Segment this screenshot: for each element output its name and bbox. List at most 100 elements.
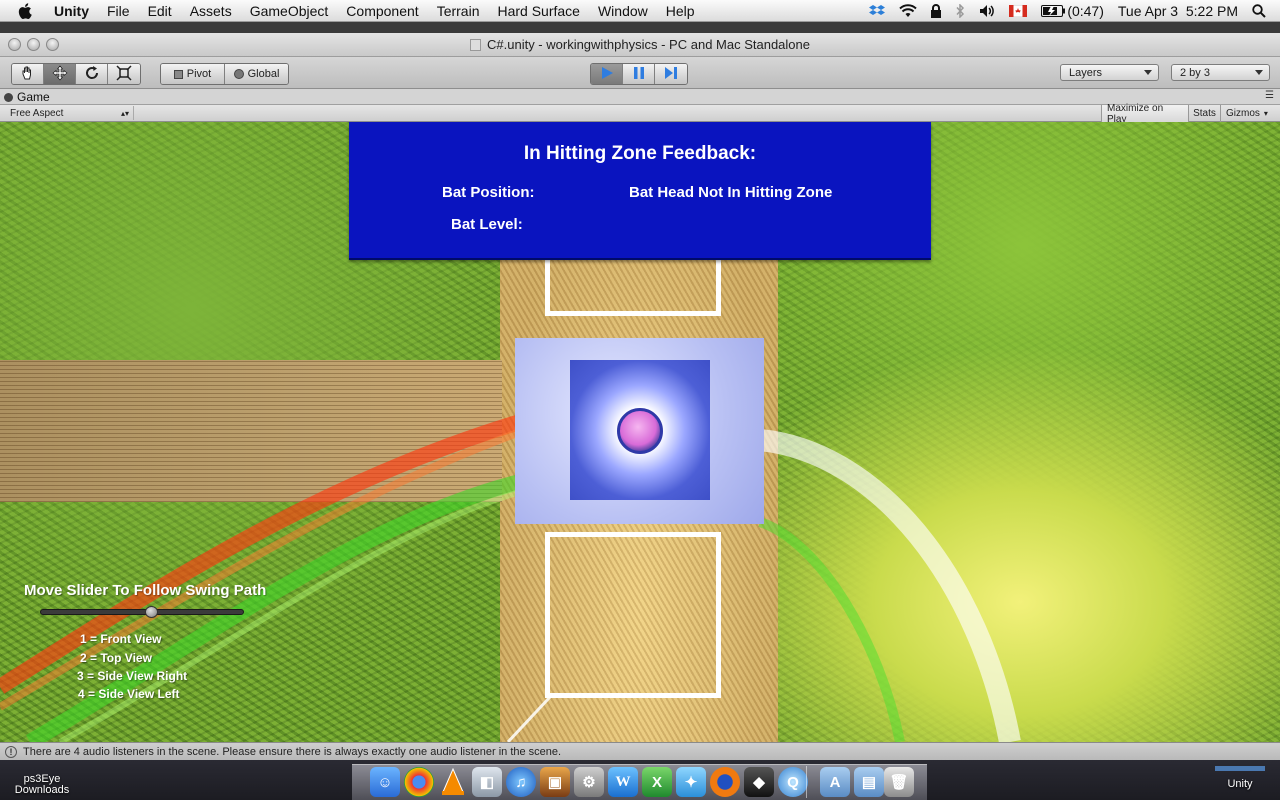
excel-icon[interactable]: X bbox=[642, 767, 672, 797]
trash-icon[interactable]: 🗑 bbox=[884, 767, 914, 797]
game-view[interactable]: In Hitting Zone Feedback: Bat Position: … bbox=[0, 122, 1280, 742]
layout-label: 2 by 3 bbox=[1180, 66, 1210, 79]
pivot-toggle[interactable]: Pivot bbox=[161, 64, 225, 84]
vlc-icon[interactable] bbox=[438, 767, 468, 797]
chevron-down-icon: ▾ bbox=[1263, 109, 1268, 118]
slider-instruction: Move Slider To Follow Swing Path bbox=[24, 582, 267, 599]
gizmos-label: Gizmos bbox=[1226, 108, 1260, 119]
scale-icon bbox=[116, 64, 132, 84]
menu-app-unity[interactable]: Unity bbox=[54, 3, 98, 19]
volume-icon[interactable] bbox=[979, 4, 995, 18]
desktop-item-unity[interactable]: Unity bbox=[1218, 779, 1262, 790]
panel-menu-icon[interactable]: ☰ bbox=[1265, 90, 1274, 101]
move-arrows-icon bbox=[52, 65, 68, 84]
wifi-icon[interactable] bbox=[899, 4, 918, 18]
documents-folder-icon[interactable]: ▤ bbox=[854, 767, 884, 797]
maximize-on-play-toggle[interactable]: Maximize on Play bbox=[1101, 103, 1188, 125]
desktop-item-ps3eye[interactable]: ps3Eye Downloads bbox=[14, 774, 70, 796]
menu-gameobject[interactable]: GameObject bbox=[241, 3, 338, 19]
bluetooth-icon[interactable] bbox=[955, 4, 965, 18]
quicktime-icon[interactable]: Q bbox=[778, 767, 808, 797]
twitter-icon[interactable]: ✦ bbox=[676, 767, 706, 797]
menu-edit[interactable]: Edit bbox=[139, 3, 181, 19]
hitting-zone-feedback-panel: In Hitting Zone Feedback: Bat Position: … bbox=[349, 122, 931, 260]
menu-help[interactable]: Help bbox=[657, 3, 704, 19]
gizmos-dropdown[interactable]: Gizmos ▾ bbox=[1220, 105, 1274, 122]
pause-icon bbox=[633, 66, 645, 83]
dropbox-icon[interactable] bbox=[869, 4, 886, 18]
menu-hard-surface[interactable]: Hard Surface bbox=[488, 3, 588, 19]
step-button[interactable] bbox=[655, 64, 687, 84]
layers-dropdown[interactable]: Layers bbox=[1060, 64, 1159, 81]
photo-booth-icon[interactable]: ▣ bbox=[540, 767, 570, 797]
layers-label: Layers bbox=[1069, 66, 1103, 79]
play-button[interactable] bbox=[591, 64, 623, 84]
battery-icon[interactable] bbox=[1041, 5, 1066, 17]
bat-position-value: Bat Head Not In Hitting Zone bbox=[629, 184, 833, 201]
unity-toolbar: Pivot Global Layers 2 by 3 bbox=[0, 57, 1280, 89]
console-status-bar[interactable]: ! There are 4 audio listeners in the sce… bbox=[0, 742, 1280, 760]
word-icon[interactable]: W bbox=[608, 767, 638, 797]
spotlight-search-icon[interactable] bbox=[1252, 4, 1266, 18]
pivot-icon bbox=[173, 69, 183, 79]
ball bbox=[617, 408, 663, 454]
chevron-updown-icon: ▴▾ bbox=[120, 109, 129, 118]
menu-component[interactable]: Component bbox=[337, 3, 427, 19]
rotate-tool-button[interactable] bbox=[76, 64, 108, 84]
bat-level-label: Bat Level: bbox=[451, 216, 523, 233]
rotate-icon bbox=[84, 65, 100, 84]
finder-icon[interactable]: ☺ bbox=[370, 767, 400, 797]
console-message: There are 4 audio listeners in the scene… bbox=[23, 745, 562, 758]
chrome-icon[interactable] bbox=[404, 767, 434, 797]
document-icon bbox=[470, 39, 481, 51]
chevron-down-icon bbox=[1144, 70, 1152, 75]
scale-tool-button[interactable] bbox=[108, 64, 140, 84]
view-option-front: 1 = Front View bbox=[80, 632, 162, 646]
clock[interactable]: Tue Apr 3 5:22 PM bbox=[1118, 3, 1238, 19]
global-label: Global bbox=[247, 68, 280, 80]
menu-bar: Unity File Edit Assets GameObject Compon… bbox=[0, 0, 1280, 22]
play-icon bbox=[600, 66, 614, 83]
stats-toggle[interactable]: Stats bbox=[1188, 105, 1220, 122]
hand-tool-button[interactable] bbox=[12, 64, 44, 84]
dock: ☺ ◧ ♫ ▣ ⚙ W X ✦ ◆ Q A ▤ 🗑 bbox=[352, 764, 927, 800]
menu-terrain[interactable]: Terrain bbox=[428, 3, 489, 19]
tab-game-label: Game bbox=[17, 90, 50, 104]
preview-icon[interactable]: ◧ bbox=[472, 767, 502, 797]
view-option-side-left: 4 = Side View Left bbox=[78, 687, 180, 701]
desktop-item-downloads-label: Downloads bbox=[14, 784, 70, 796]
menu-assets[interactable]: Assets bbox=[181, 3, 241, 19]
view-option-top: 2 = Top View bbox=[80, 651, 152, 665]
stats-label: Stats bbox=[1193, 108, 1216, 119]
battery-time: (0:47) bbox=[1067, 3, 1104, 19]
move-tool-button[interactable] bbox=[44, 64, 76, 84]
pivot-global-toggles: Pivot Global bbox=[160, 63, 289, 85]
unity-window-thumbnail bbox=[1215, 766, 1265, 771]
playback-controls bbox=[590, 63, 688, 85]
feedback-title: In Hitting Zone Feedback: bbox=[523, 143, 757, 164]
pivot-label: Pivot bbox=[186, 68, 212, 80]
canada-flag-icon[interactable] bbox=[1009, 5, 1028, 17]
layout-dropdown[interactable]: 2 by 3 bbox=[1171, 64, 1270, 81]
view-option-side-right: 3 = Side View Right bbox=[77, 669, 188, 683]
game-icon bbox=[4, 92, 13, 102]
lock-icon[interactable] bbox=[931, 4, 942, 18]
game-view-controls: Free Aspect ▴▾ Maximize on Play Stats Gi… bbox=[0, 103, 1280, 125]
transform-tools bbox=[11, 63, 141, 85]
apple-icon[interactable] bbox=[18, 2, 38, 19]
swing-path-slider-thumb[interactable] bbox=[145, 606, 159, 618]
aspect-dropdown[interactable]: Free Aspect ▴▾ bbox=[4, 106, 134, 120]
window-title: C#.unity - workingwithphysics - PC and M… bbox=[0, 37, 1280, 52]
itunes-icon[interactable]: ♫ bbox=[506, 767, 536, 797]
swing-path-slider-track[interactable] bbox=[40, 609, 244, 615]
global-toggle[interactable]: Global bbox=[225, 64, 288, 84]
applications-folder-icon[interactable]: A bbox=[820, 767, 850, 797]
system-preferences-icon[interactable]: ⚙ bbox=[574, 767, 604, 797]
menu-window[interactable]: Window bbox=[589, 3, 657, 19]
firefox-icon[interactable] bbox=[710, 767, 740, 797]
pause-button[interactable] bbox=[623, 64, 655, 84]
window-title-bar: C#.unity - workingwithphysics - PC and M… bbox=[0, 33, 1280, 57]
unity-icon[interactable]: ◆ bbox=[744, 767, 774, 797]
menu-file[interactable]: File bbox=[98, 3, 139, 19]
tab-game[interactable]: Game bbox=[4, 90, 50, 104]
